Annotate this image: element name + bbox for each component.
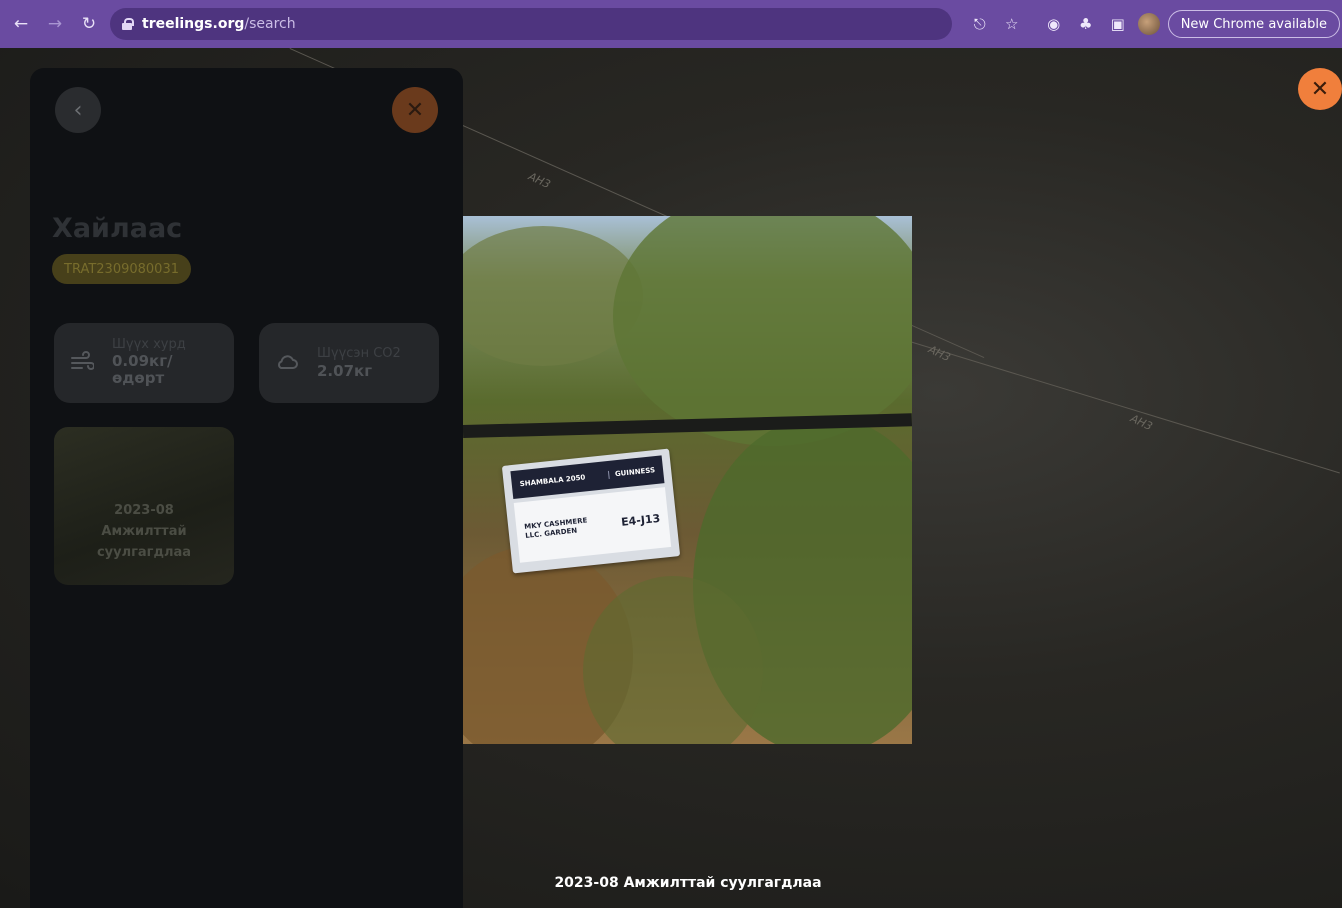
share-icon[interactable]: ⎋ — [966, 10, 994, 38]
reload-icon[interactable]: ↻ — [76, 11, 102, 37]
species-title: Хайлаас — [52, 213, 183, 244]
address-bar[interactable]: treelings.org/search — [110, 8, 952, 40]
sign-body: MKY CASHMERE LLC. GARDEN E4-J13 — [513, 487, 672, 563]
tree-code-badge: TRAT2309080031 — [52, 254, 191, 284]
photo-caption: 2023-08 Амжилттай суулгагдлаа — [554, 875, 822, 891]
foliage — [613, 216, 912, 446]
lock-icon — [122, 18, 134, 30]
cloud-icon — [275, 351, 299, 373]
sidebar-icon[interactable]: ▣ — [1104, 10, 1132, 38]
tree-photo: SHAMBALA 2050 GUINNESS MKY CASHMERE LLC.… — [463, 216, 912, 744]
thumbnail-caption: 2023-08 Амжилттай суулгагдлаа — [54, 500, 234, 563]
url-path: /search — [244, 16, 296, 32]
stat-value: 0.09кг/ өдөрт — [112, 352, 173, 387]
close-icon: ✕ — [405, 97, 425, 123]
panel-close-button[interactable]: ✕ — [392, 87, 438, 133]
map-road — [899, 338, 1340, 474]
thumbnail-status-2: суулгагдлаа — [96, 545, 192, 560]
thumbnail-status: Амжилттай — [101, 524, 187, 539]
stat-card-co2: Шүүсэн CO2 2.07кг — [259, 323, 439, 403]
thumbnail-date: 2023-08 — [114, 503, 174, 518]
map-road-label: AH3 — [926, 342, 953, 365]
star-icon[interactable]: ☆ — [998, 10, 1026, 38]
sign-guinness: GUINNESS — [607, 466, 656, 480]
close-icon: ✕ — [1310, 76, 1330, 102]
tree-detail-panel: ‹ ✕ Хайлаас TRAT2309080031 Шүүх хурд 0.0… — [30, 68, 463, 908]
gallery-thumbnail[interactable]: 2023-08 Амжилттай суулгагдлаа — [54, 427, 234, 585]
stat-label: Шүүсэн CO2 — [317, 346, 401, 361]
stat-value: 2.07кг — [317, 362, 373, 380]
sign-code: E4-J13 — [620, 511, 661, 529]
camera-icon[interactable]: ◉ — [1040, 10, 1068, 38]
back-arrow-icon[interactable]: ← — [8, 11, 34, 37]
plant-sign: SHAMBALA 2050 GUINNESS MKY CASHMERE LLC.… — [501, 448, 681, 574]
puzzle-icon[interactable]: ♣ — [1072, 10, 1100, 38]
wind-icon — [70, 351, 95, 373]
stat-card-filter-rate: Шүүх хурд 0.09кг/ өдөрт — [54, 323, 234, 403]
modal-close-button[interactable]: ✕ — [1298, 68, 1342, 110]
forward-arrow-icon[interactable]: → — [42, 11, 68, 37]
map-road-label: AH3 — [526, 169, 553, 192]
panel-back-button[interactable]: ‹ — [55, 87, 101, 133]
chevron-left-icon: ‹ — [73, 97, 83, 123]
browser-toolbar: ← → ↻ treelings.org/search ⎋ ☆ ◉ ♣ ▣ New… — [0, 0, 1342, 48]
sign-brand: SHAMBALA 2050 — [519, 473, 586, 489]
stat-label: Шүүх хурд — [112, 337, 186, 352]
sign-org: MKY CASHMERE LLC. GARDEN — [523, 516, 588, 540]
map-background[interactable]: AH3 AH3 AH3 ‹ ✕ Хайлаас TRAT2309080031 Ш… — [0, 48, 1342, 908]
url-host: treelings.org — [142, 16, 245, 32]
avatar[interactable] — [1137, 13, 1160, 35]
update-chrome-button[interactable]: New Chrome available — [1167, 10, 1340, 38]
